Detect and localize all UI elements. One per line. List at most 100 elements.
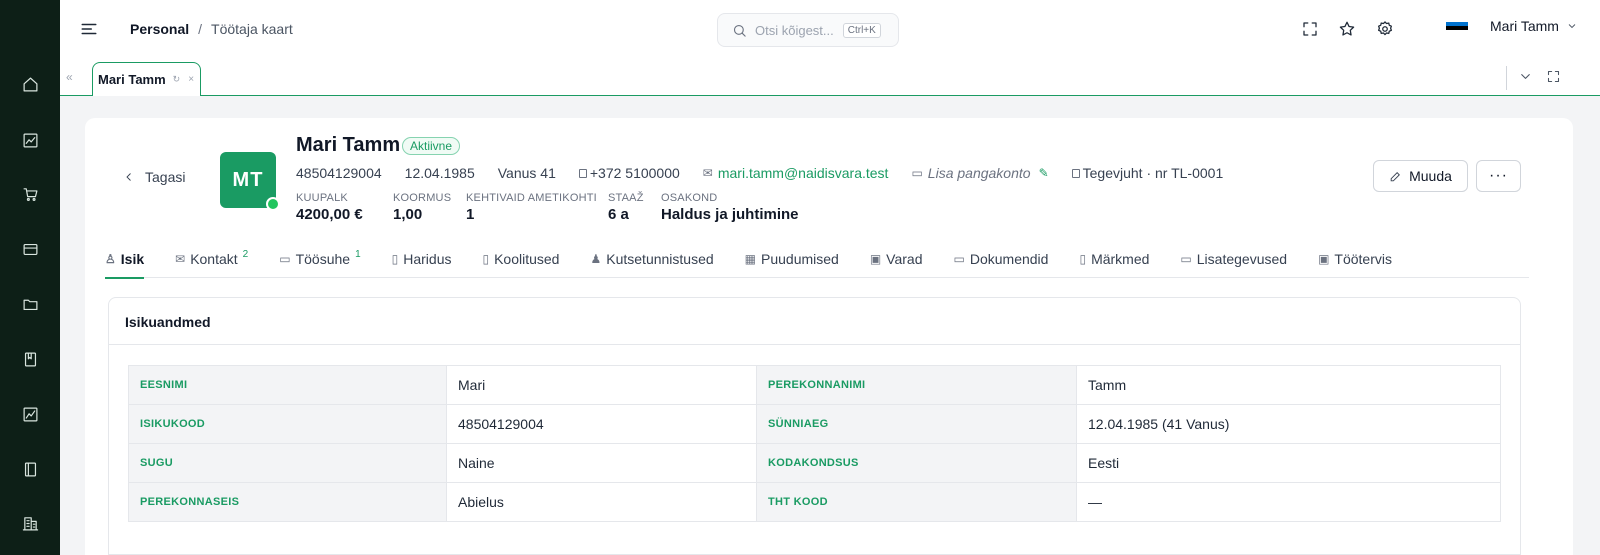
stat-workload: KOORMUS 1,00 [393,192,451,223]
tab-label: Puudumised [761,251,839,267]
tab-kutsetunnistused[interactable]: ♟ Kutsetunnistused [590,240,713,278]
settings-gear-icon[interactable] [1376,20,1394,38]
tab-kontakt[interactable]: ✉ Kontakt 2 [175,240,248,278]
stat-value: 6 a [608,206,629,223]
tab-label: Kutsetunnistused [606,251,714,267]
employee-name: Mari Tamm [296,134,401,156]
field-label: KODAKONDSUS [756,443,1077,483]
employee-meta-row: 48504129004 12.04.1985 Vanus 41 +372 510… [296,165,1246,181]
book-icon[interactable] [21,350,39,368]
tab-märkmed[interactable]: ▯ Märkmed [1079,240,1149,278]
age: Vanus 41 [497,165,556,181]
scroll-left-icon[interactable]: « [66,70,73,84]
tab-koolitused[interactable]: ▯ Koolitused [482,240,559,278]
stat-positions: KEHTIVAID AMETIKOHTI 1 [466,192,597,223]
chart-icon[interactable] [21,131,39,149]
field-label: PEREKONNANIMI [756,365,1077,405]
bank-account[interactable]: ▭ Lisa pangakonto ✎ [911,165,1048,181]
stat-value: 1 [466,206,475,223]
email-address: mari.tamm@naidisvara.test [717,165,889,181]
phone-icon [578,168,587,178]
open-page-tab-label: Mari Tamm [98,72,166,87]
close-icon[interactable]: × [188,74,194,85]
home-icon[interactable] [21,75,39,93]
menu-toggle-icon[interactable] [80,20,98,38]
field-value: Naine [446,443,757,483]
folder-open-icon: ▭ [1180,252,1192,266]
edit-button[interactable]: Muuda [1373,160,1468,192]
field-value: 12.04.1985 (41 Vanus) [1076,404,1501,444]
certificate-icon: ♟ [590,252,602,266]
language-flag-icon[interactable] [1446,22,1468,34]
mail-icon: ✉ [702,166,713,180]
expand-icon[interactable] [1546,69,1561,84]
field-value: Abielus [446,482,757,522]
field-label: ISIKUKOOD [128,404,447,444]
notebook-icon[interactable] [21,460,39,478]
star-icon[interactable] [1338,20,1356,38]
search-icon [733,24,746,37]
online-status-dot [266,197,280,211]
card-icon[interactable] [21,240,39,258]
tab-töösuhe[interactable]: ▭ Töösuhe 1 [279,240,360,278]
open-page-tab[interactable]: Mari Tamm ↻ × [92,62,201,96]
tab-isik[interactable]: ♙ Isik [105,240,145,279]
tab-label: Töösuhe [295,251,351,267]
mail-icon: ✉ [175,252,186,266]
edit-button-label: Muuda [1409,168,1452,184]
tab-lisategevused[interactable]: ▭ Lisategevused [1180,240,1287,278]
stat-department: OSAKOND Haldus ja juhtimine [661,192,799,223]
id-code: 48504129004 [296,165,382,181]
field-label: THT KOOD [756,482,1077,522]
stat-value: Haldus ja juhtimine [661,206,799,223]
phone[interactable]: +372 5100000 [578,165,680,181]
employee-card: Tagasi MT Mari Tamm Aktiivne 48504129004… [85,118,1573,555]
school-icon: ▯ [391,252,399,266]
person-icon: ♙ [105,252,116,266]
user-menu[interactable]: Mari Tamm [1490,18,1578,34]
sidebar [0,0,60,555]
analytics-icon[interactable] [21,405,39,423]
back-button-label: Tagasi [145,169,186,185]
breadcrumb-root[interactable]: Personal [130,21,189,37]
fullscreen-icon[interactable] [1301,20,1319,38]
chevron-down-icon[interactable] [1518,69,1533,84]
edit-icon [1390,171,1401,181]
breadcrumb-current: Töötaja kaart [211,21,293,37]
tab-label: Töötervis [1334,251,1392,267]
book-icon: ▯ [482,252,490,266]
stat-salary: KUUPALK 4200,00 € [296,192,363,223]
table-row: PEREKONNASEIS Abielus THT KOOD — [128,482,1501,522]
tab-label: Isik [120,251,145,267]
tab-puudumised[interactable]: ▦ Puudumised [745,240,839,278]
email-link[interactable]: ✉ mari.tamm@naidisvara.test [703,165,889,181]
search-input[interactable]: Otsi kõigest... Ctrl+K [717,13,899,47]
tab-töötervis[interactable]: ▣ Töötervis [1318,240,1392,278]
tab-dokumendid[interactable]: ▭ Dokumendid [954,240,1049,278]
briefcase-icon: ▭ [279,252,291,266]
building-icon[interactable] [21,514,39,532]
stat-label: OSAKOND [661,192,718,204]
breadcrumb-separator: / [198,21,203,37]
refresh-icon[interactable]: ↻ [173,74,181,85]
field-label: EESNIMI [128,365,447,405]
tab-count-badge: 2 [242,248,249,260]
tab-haridus[interactable]: ▯ Haridus [392,240,452,278]
edit-icon[interactable]: ✎ [1039,166,1049,180]
briefcase-icon [1071,168,1080,178]
top-bar: Personal / Töötaja kaart Otsi kõigest...… [60,0,1600,58]
table-row: EESNIMI Mari PEREKONNANIMI Tamm [128,365,1501,405]
tab-label: Lisategevused [1196,251,1288,267]
tab-count-badge: 1 [355,248,361,260]
health-icon: ▣ [1318,252,1330,266]
folder-icon[interactable] [21,295,39,313]
more-actions-button[interactable]: ··· [1476,160,1521,192]
back-button[interactable]: Tagasi [123,169,185,185]
stat-seniority: STAAŽ 6 a [608,192,644,223]
cart-icon[interactable] [21,185,39,203]
bank-account-label: Lisa pangakonto [927,165,1031,181]
personal-data-section: Isikuandmed EESNIMI Mari PEREKONNANIMI Tamm… [108,297,1521,555]
field-value: Mari [446,365,757,405]
divider [1506,66,1507,90]
tab-varad[interactable]: ▣ Varad [870,240,923,278]
